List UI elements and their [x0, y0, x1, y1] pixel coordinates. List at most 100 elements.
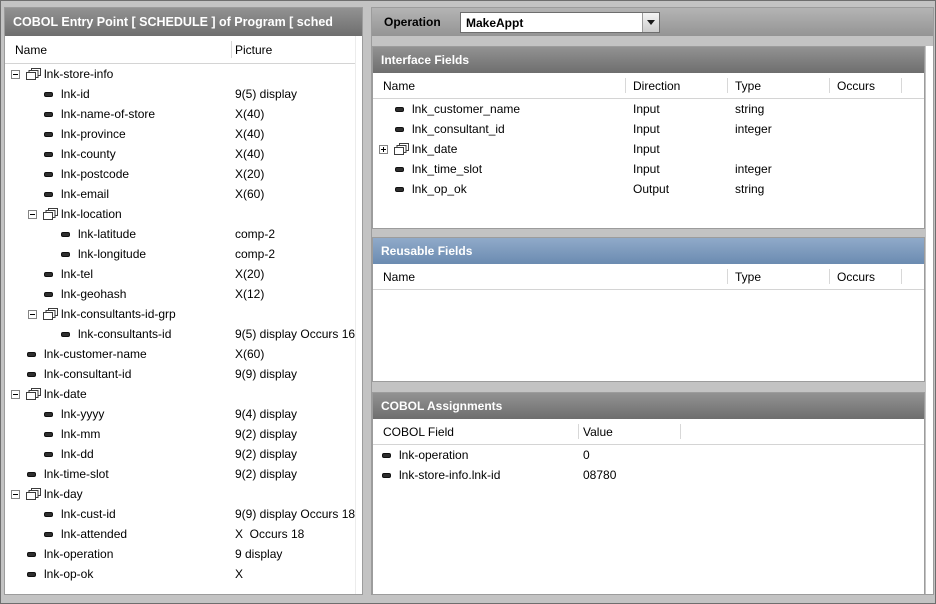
field-icon — [43, 92, 61, 97]
group-icon — [26, 68, 44, 80]
indent — [5, 274, 28, 275]
interface-field-row[interactable]: lnk_customer_nameInputstring — [373, 99, 924, 119]
indent-spacer — [11, 474, 26, 475]
tree-row[interactable]: lnk-geohashX(12) — [5, 284, 362, 304]
indent-spacer — [45, 334, 60, 335]
interface-field-row[interactable]: lnk_dateInput — [373, 139, 924, 159]
indent-spacer — [28, 274, 43, 275]
tree-row[interactable]: lnk-time-slot9(2) display — [5, 464, 362, 484]
column-header-value[interactable]: Value — [583, 425, 613, 439]
tree-row[interactable]: lnk-attendedX Occurs 18 — [5, 524, 362, 544]
interface-field-row[interactable]: lnk_op_okOutputstring — [373, 179, 924, 199]
indent-spacer — [379, 109, 394, 110]
column-header-name[interactable]: Name — [15, 43, 47, 57]
field-picture: X(40) — [235, 147, 264, 161]
column-divider — [727, 78, 728, 93]
field-name: lnk-longitude — [78, 247, 146, 261]
field-name: lnk-province — [61, 127, 126, 141]
tree-row[interactable]: lnk-day — [5, 484, 362, 504]
reusable-columns-header: Name Type Occurs — [373, 264, 924, 290]
column-header-name[interactable]: Name — [383, 79, 415, 93]
column-header-cobol-field[interactable]: COBOL Field — [383, 425, 454, 439]
combo-dropdown-button[interactable] — [642, 13, 659, 32]
tree-row[interactable]: lnk-postcodeX(20) — [5, 164, 362, 184]
field-name: lnk-yyyy — [61, 407, 104, 421]
indent-spacer — [28, 194, 43, 195]
indent-spacer — [28, 114, 43, 115]
column-divider — [727, 269, 728, 284]
field-icon — [43, 412, 61, 417]
tree-row[interactable]: lnk-name-of-storeX(40) — [5, 104, 362, 124]
interface-field-row[interactable]: lnk_consultant_idInputinteger — [373, 119, 924, 139]
tree-row[interactable]: lnk-date — [5, 384, 362, 404]
indent-spacer — [28, 454, 43, 455]
indent — [5, 454, 28, 455]
assignment-row[interactable]: lnk-store-info.lnk-id08780 — [373, 465, 924, 485]
indent — [5, 134, 28, 135]
column-header-direction[interactable]: Direction — [633, 79, 680, 93]
scrollbar-track[interactable] — [355, 36, 362, 594]
field-icon — [394, 167, 412, 172]
indent-spacer — [28, 134, 43, 135]
collapse-icon[interactable] — [11, 390, 20, 399]
tree-row[interactable]: lnk-cust-id9(9) display Occurs 18 — [5, 504, 362, 524]
collapse-icon[interactable] — [28, 310, 37, 319]
group-icon — [26, 388, 44, 400]
field-name: lnk_consultant_id — [412, 122, 505, 136]
tree-row[interactable]: lnk-latitude comp-2 — [5, 224, 362, 244]
tree-row[interactable]: lnk-consultants-id9(5) display Occurs 16 — [5, 324, 362, 344]
expand-icon[interactable] — [379, 145, 388, 154]
left-panel-title: COBOL Entry Point [ SCHEDULE ] of Progra… — [5, 8, 362, 36]
field-name: lnk_op_ok — [412, 182, 467, 196]
tree-row[interactable]: lnk-provinceX(40) — [5, 124, 362, 144]
group-icon — [394, 143, 412, 155]
indent — [373, 455, 381, 456]
tree-row[interactable]: lnk-id9(5) display — [5, 84, 362, 104]
tree-row[interactable]: lnk-store-info — [5, 64, 362, 84]
tree-row[interactable]: lnk-dd9(2) display — [5, 444, 362, 464]
tree-row[interactable]: lnk-customer-nameX(60) — [5, 344, 362, 364]
column-header-occurs[interactable]: Occurs — [837, 270, 875, 284]
assignment-row[interactable]: lnk-operation0 — [373, 445, 924, 465]
field-picture: comp-2 — [235, 227, 275, 241]
column-header-occurs[interactable]: Occurs — [837, 79, 875, 93]
indent — [5, 534, 28, 535]
operation-combobox[interactable]: MakeAppt — [460, 12, 660, 33]
column-header-type[interactable]: Type — [735, 270, 761, 284]
tree-row[interactable]: lnk-emailX(60) — [5, 184, 362, 204]
tree-row[interactable]: lnk-longitudecomp-2 — [5, 244, 362, 264]
field-icon — [43, 292, 61, 297]
tree-row[interactable]: lnk-telX(20) — [5, 264, 362, 284]
interface-field-row[interactable]: lnk_time_slotInputinteger — [373, 159, 924, 179]
operation-label: Operation — [384, 15, 441, 29]
field-icon — [26, 572, 44, 577]
field-icon — [43, 432, 61, 437]
collapse-icon[interactable] — [28, 210, 37, 219]
collapse-icon[interactable] — [11, 490, 20, 499]
tree-row[interactable]: lnk-mm9(2) display — [5, 424, 362, 444]
indent — [5, 294, 28, 295]
column-header-name[interactable]: Name — [383, 270, 415, 284]
tree-row[interactable]: lnk-yyyy9(4) display — [5, 404, 362, 424]
column-divider — [829, 78, 830, 93]
field-picture: 9(2) display — [235, 447, 297, 461]
indent — [5, 114, 28, 115]
column-header-type[interactable]: Type — [735, 79, 761, 93]
field-name: lnk-county — [61, 147, 116, 161]
tree-row[interactable]: lnk-county X(40) — [5, 144, 362, 164]
collapse-icon[interactable] — [11, 70, 20, 79]
field-picture: X Occurs 18 — [235, 527, 304, 541]
column-header-picture[interactable]: Picture — [235, 43, 272, 57]
column-divider — [901, 78, 902, 93]
field-name: lnk-latitude — [78, 227, 136, 241]
tree-row[interactable]: lnk-consultants-id-grp — [5, 304, 362, 324]
scrollbar-track[interactable] — [926, 46, 933, 594]
field-icon — [394, 187, 412, 192]
reusable-fields-header: Reusable Fields — [373, 238, 924, 264]
tree-row[interactable]: lnk-op-okX — [5, 564, 362, 584]
tree-row[interactable]: lnk-operation9 display — [5, 544, 362, 564]
field-type: integer — [735, 162, 772, 176]
field-picture: 9(9) display Occurs 18 — [235, 507, 355, 521]
tree-row[interactable]: lnk-consultant-id9(9) display — [5, 364, 362, 384]
tree-row[interactable]: lnk-location — [5, 204, 362, 224]
